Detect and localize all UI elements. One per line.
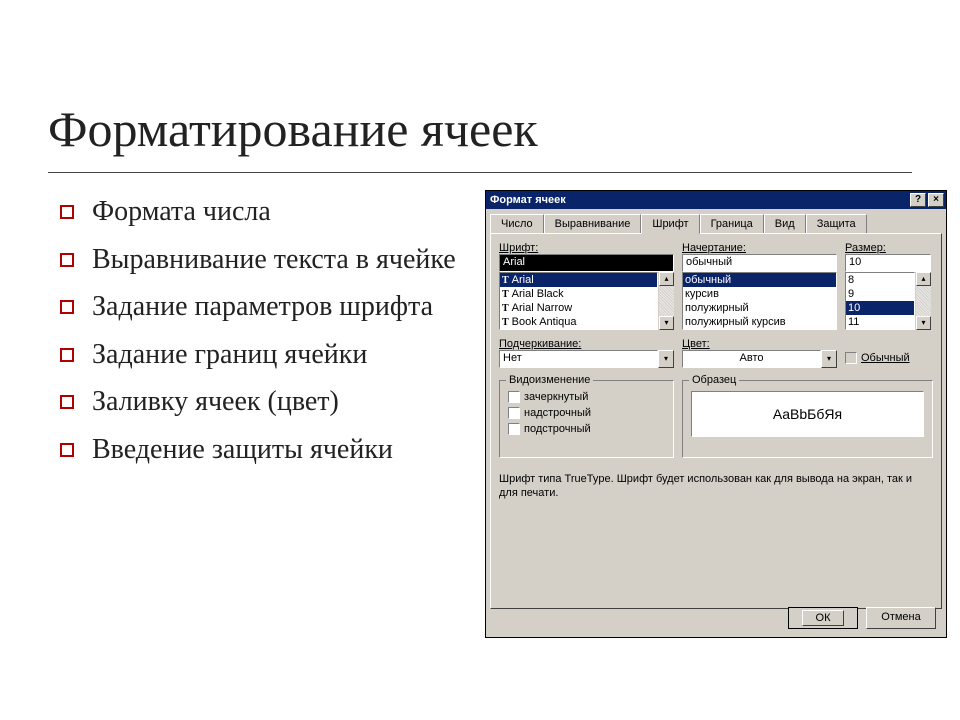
underline-label: Подчеркивание: — [499, 338, 674, 350]
style-label: Начертание: — [682, 242, 837, 254]
effect-subscript-checkbox[interactable]: подстрочный — [508, 423, 665, 435]
tab-strip: Число Выравнивание Шрифт Граница Вид Защ… — [490, 213, 942, 233]
dialog-footer: ОК Отмена — [788, 607, 936, 629]
hint-text: Шрифт типа TrueType. Шрифт будет использ… — [499, 472, 933, 501]
tab-panel-font: Шрифт: Arial TArial TArial Black TArial … — [490, 233, 942, 609]
bullet-icon — [60, 205, 74, 219]
size-input[interactable]: 10 — [845, 254, 931, 272]
font-list-item[interactable]: TArial — [500, 273, 657, 287]
size-list-item[interactable]: 8 — [846, 273, 914, 287]
color-label: Цвет: — [682, 338, 837, 350]
tab-alignment[interactable]: Выравнивание — [544, 214, 642, 234]
cancel-button[interactable]: Отмена — [866, 607, 936, 629]
size-list-item[interactable]: 9 — [846, 287, 914, 301]
font-label: Шрифт: — [499, 242, 674, 254]
tab-font[interactable]: Шрифт — [641, 214, 699, 234]
effect-superscript-checkbox[interactable]: надстрочный — [508, 407, 665, 419]
dialog-title: Формат ячеек — [490, 194, 566, 206]
tab-view[interactable]: Вид — [764, 214, 806, 234]
size-scrollbar[interactable]: ▴ ▾ — [915, 272, 931, 330]
font-input[interactable]: Arial — [499, 254, 674, 272]
bullet-text: Заливку ячеек (цвет) — [92, 385, 339, 419]
effects-group: Видоизменение зачеркнутый надстрочный по… — [499, 380, 674, 458]
font-list-item[interactable]: TArial Narrow — [500, 301, 657, 315]
format-cells-dialog: Формат ячеек ? × Число Выравнивание Шриф… — [485, 190, 947, 638]
scroll-down-icon[interactable]: ▾ — [916, 316, 931, 330]
style-listbox[interactable]: обычный курсив полужирный полужирный кур… — [682, 272, 837, 330]
font-scrollbar[interactable]: ▴ ▾ — [658, 272, 674, 330]
tab-number[interactable]: Число — [490, 214, 544, 234]
bullet-text: Задание параметров шрифта — [92, 290, 433, 324]
tab-border[interactable]: Граница — [700, 214, 764, 234]
font-listbox[interactable]: TArial TArial Black TArial Narrow TBook … — [499, 272, 658, 330]
size-list-item[interactable]: 11 — [846, 315, 914, 329]
bullet-icon — [60, 348, 74, 362]
close-button[interactable]: × — [928, 193, 944, 207]
size-listbox[interactable]: 8 9 10 11 — [845, 272, 915, 330]
preview-group-title: Образец — [689, 374, 739, 386]
size-label: Размер: — [845, 242, 931, 254]
title-underline — [48, 172, 912, 173]
bullet-text: Выравнивание текста в ячейке — [92, 243, 456, 277]
underline-value: Нет — [499, 350, 658, 368]
bullet-text: Задание границ ячейки — [92, 338, 367, 372]
preview-sample: AaBbБбЯя — [691, 391, 924, 437]
style-list-item[interactable]: обычный — [683, 273, 836, 287]
bullet-text: Введение защиты ячейки — [92, 433, 393, 467]
checkbox-icon — [508, 391, 520, 403]
bullet-icon — [60, 395, 74, 409]
checkbox-icon — [508, 423, 520, 435]
bullet-icon — [60, 300, 74, 314]
tab-protection[interactable]: Защита — [806, 214, 867, 234]
bullet-list: Формата числа Выравнивание текста в ячей… — [60, 195, 470, 481]
bullet-icon — [60, 253, 74, 267]
color-dropdown[interactable]: Авто ▾ — [682, 350, 837, 368]
scroll-up-icon[interactable]: ▴ — [659, 272, 674, 286]
slide-title: Форматирование ячеек — [48, 100, 538, 158]
size-list-item[interactable]: 10 — [846, 301, 914, 315]
normal-checkbox-label: Обычный — [861, 352, 910, 364]
preview-group: Образец AaBbБбЯя — [682, 380, 933, 458]
help-button[interactable]: ? — [910, 193, 926, 207]
style-list-item[interactable]: полужирный курсив — [683, 315, 836, 329]
style-list-item[interactable]: полужирный — [683, 301, 836, 315]
scroll-up-icon[interactable]: ▴ — [916, 272, 931, 286]
scroll-down-icon[interactable]: ▾ — [659, 316, 674, 330]
font-list-item[interactable]: TArial Black — [500, 287, 657, 301]
normal-checkbox[interactable]: Обычный — [845, 352, 931, 364]
style-list-item[interactable]: курсив — [683, 287, 836, 301]
chevron-down-icon[interactable]: ▾ — [821, 350, 837, 368]
checkbox-icon — [845, 352, 857, 364]
dialog-titlebar[interactable]: Формат ячеек ? × — [486, 191, 946, 209]
underline-dropdown[interactable]: Нет ▾ — [499, 350, 674, 368]
color-value: Авто — [682, 350, 821, 368]
effect-strikethrough-checkbox[interactable]: зачеркнутый — [508, 391, 665, 403]
bullet-text: Формата числа — [92, 195, 271, 229]
chevron-down-icon[interactable]: ▾ — [658, 350, 674, 368]
ok-button[interactable]: ОК — [788, 607, 858, 629]
checkbox-icon — [508, 407, 520, 419]
effects-group-title: Видоизменение — [506, 374, 593, 386]
style-input[interactable]: обычный — [682, 254, 837, 272]
font-list-item[interactable]: TBook Antiqua — [500, 315, 657, 329]
bullet-icon — [60, 443, 74, 457]
